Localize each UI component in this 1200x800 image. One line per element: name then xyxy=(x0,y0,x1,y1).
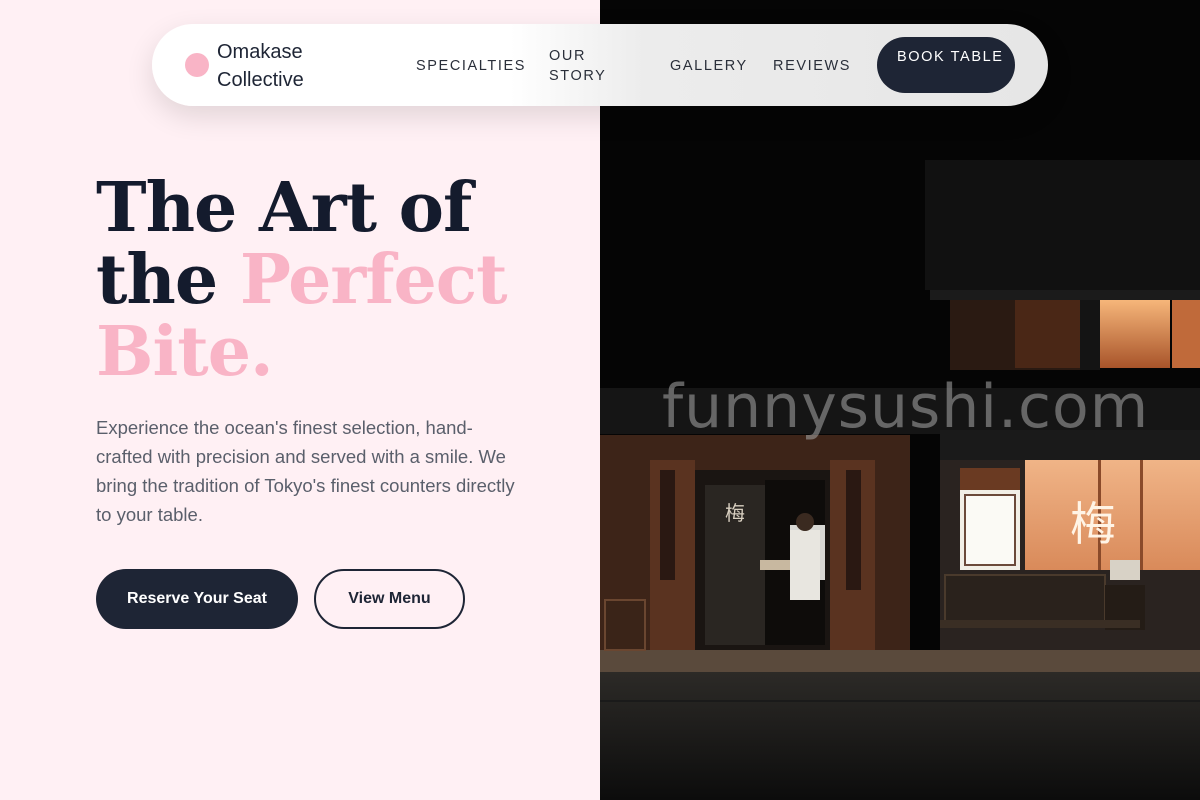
hero-title-line1: The Art of xyxy=(96,168,472,248)
book-table-button[interactable]: BOOK TABLE xyxy=(877,37,1015,93)
hero-description: Experience the ocean's finest selection,… xyxy=(96,417,515,525)
hero-title-line3-accent: Bite. xyxy=(96,312,274,392)
shop-sign-glyph: 梅 xyxy=(725,501,745,525)
hero-title: The Art of the Perfect Bite. xyxy=(96,172,576,388)
nav-link-our-story[interactable]: OUR STORY xyxy=(549,46,619,86)
view-menu-button[interactable]: View Menu xyxy=(314,569,465,629)
nav-link-reviews[interactable]: REVIEWS xyxy=(773,56,851,76)
hero-title-line2-plain: the xyxy=(96,240,218,320)
hero-left-panel: The Art of the Perfect Bite. Experience … xyxy=(0,0,600,800)
brand-name[interactable]: Omakase Collective xyxy=(217,38,337,94)
noren-sign-glyph: 梅 xyxy=(1070,497,1116,551)
nav-link-gallery[interactable]: GALLERY xyxy=(670,56,748,76)
hero-photo: 梅 梅 funnysushi.com xyxy=(600,0,1200,800)
nav-link-specialties[interactable]: SPECIALTIES xyxy=(416,56,526,76)
watermark-text: funnysushi.com xyxy=(662,372,1150,442)
brand-logo-dot xyxy=(185,53,209,77)
hero-title-line2-accent: Perfect xyxy=(239,240,508,320)
reserve-seat-button[interactable]: Reserve Your Seat xyxy=(96,569,298,629)
top-nav: Omakase Collective SPECIALTIES OUR STORY… xyxy=(152,24,1048,106)
